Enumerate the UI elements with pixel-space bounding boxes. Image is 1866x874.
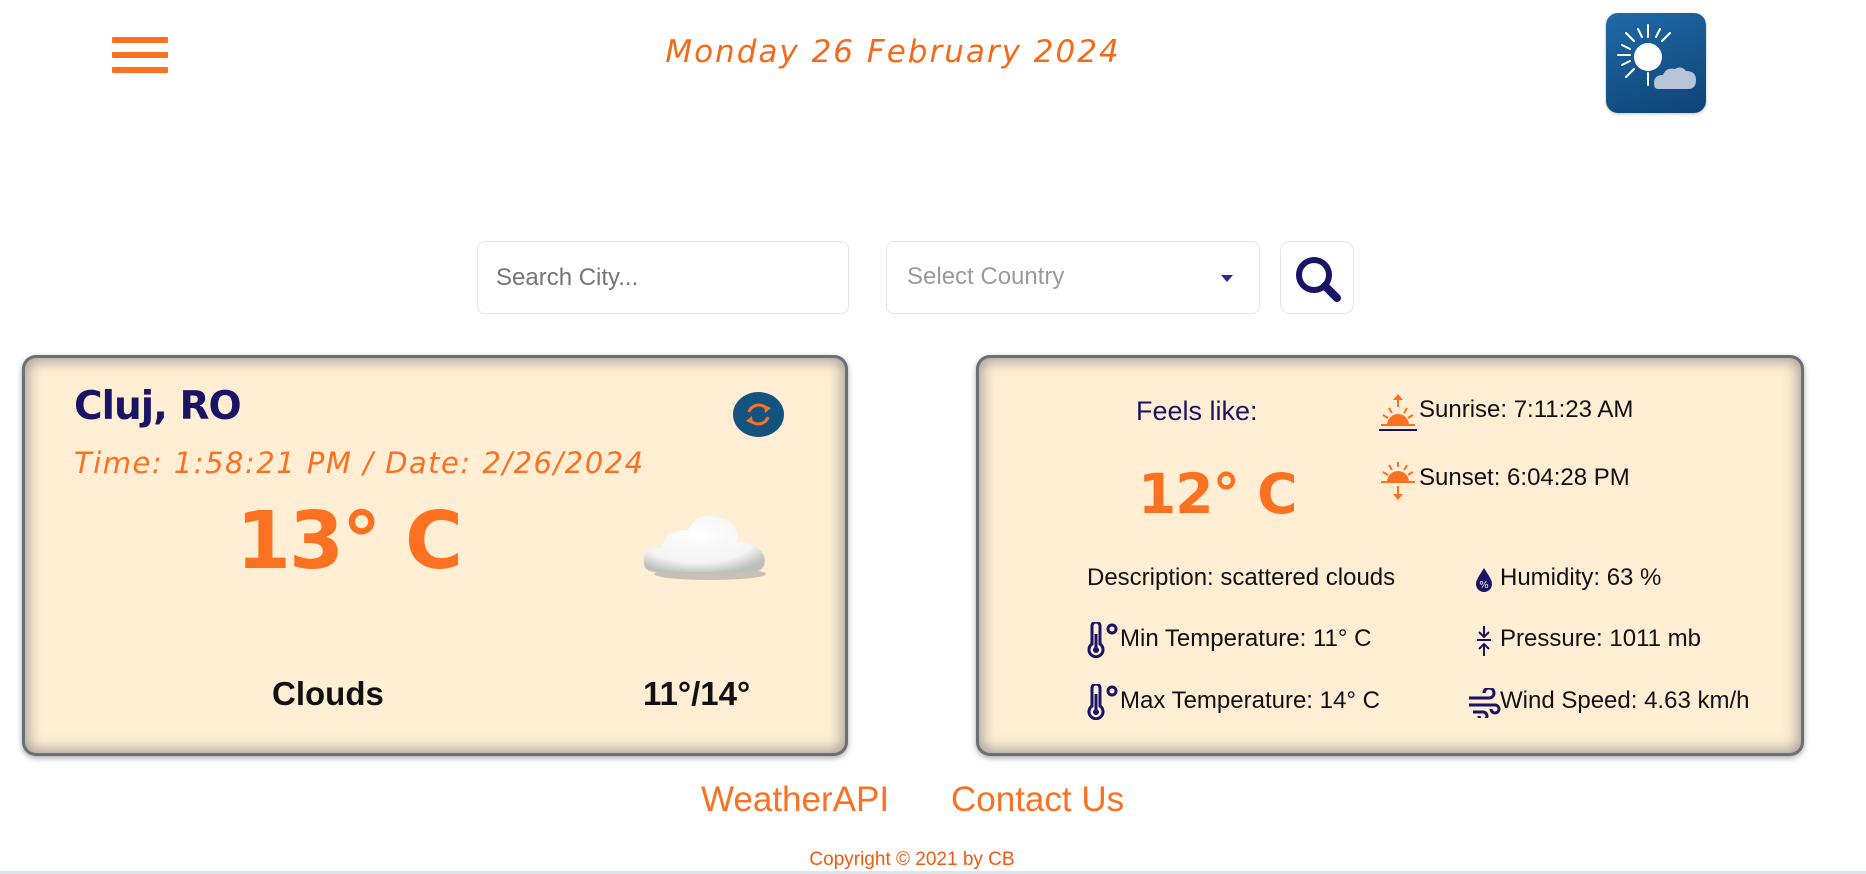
search-icon: [1296, 257, 1341, 302]
wind-icon: [1469, 688, 1501, 718]
sunset-icon: [1381, 462, 1415, 500]
pressure-icon: [1477, 626, 1491, 656]
thermometer-icon: [1087, 622, 1118, 658]
feels-like-value: 12° C: [1138, 462, 1298, 526]
local-time-date: Time: 1:58:21 PM / Date: 2/26/2024: [74, 446, 645, 480]
search-button[interactable]: [1280, 241, 1354, 314]
sunrise-time: Sunrise: 7:11:23 AM: [1419, 396, 1634, 423]
country-select-placeholder: Select Country: [907, 263, 1065, 290]
city-name: Cluj, RO: [74, 384, 242, 429]
sunset-time: Sunset: 6:04:28 PM: [1419, 464, 1630, 491]
max-temperature: Max Temperature: 14° C: [1120, 687, 1380, 714]
min-max-temperature: 11°/14°: [643, 675, 751, 712]
feels-like-label: Feels like:: [1136, 396, 1258, 426]
copyright-text: Copyright © 2021 by CB: [809, 849, 1015, 870]
refresh-icon: [746, 403, 771, 426]
thermometer-icon: [1087, 684, 1118, 720]
contact-us-link[interactable]: Contact Us: [951, 780, 1124, 820]
humidity-icon: %: [1476, 568, 1492, 592]
country-select[interactable]: Select Country: [886, 241, 1260, 314]
weatherapi-link[interactable]: WeatherAPI: [701, 780, 889, 820]
sunrise-icon: [1379, 394, 1417, 431]
pressure-value: Pressure: 1011 mb: [1500, 625, 1701, 652]
search-city-input[interactable]: [477, 241, 849, 314]
current-temperature: 13° C: [236, 495, 463, 587]
weather-condition: Clouds: [272, 675, 384, 712]
chevron-down-icon: [1221, 275, 1233, 282]
app-logo: [1606, 13, 1706, 113]
weather-description: Description: scattered clouds: [1087, 564, 1396, 591]
humidity-value: Humidity: 63 %: [1500, 564, 1662, 591]
cloud-icon: [643, 515, 766, 580]
current-date-heading: Monday 26 February 2024: [665, 34, 1121, 70]
wind-speed: Wind Speed: 4.63 km/h: [1500, 687, 1750, 714]
min-temperature: Min Temperature: 11° C: [1120, 625, 1372, 652]
sun-cloud-logo-icon: [1617, 24, 1696, 89]
refresh-button[interactable]: [733, 392, 784, 437]
svg-text:%: %: [1479, 580, 1489, 591]
weather-condition-image: [636, 500, 776, 590]
